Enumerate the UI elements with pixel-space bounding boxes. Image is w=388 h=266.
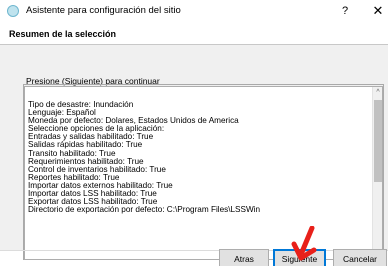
cancel-button[interactable]: Cancelar <box>333 249 387 266</box>
footer-divider <box>0 250 388 251</box>
app-icon <box>7 5 19 17</box>
summary-listbox[interactable]: Tipo de desastre: Inundación Lenguaje: E… <box>24 86 383 260</box>
scrollbar-thumb[interactable] <box>374 100 382 182</box>
red-arrow-icon <box>291 226 317 261</box>
vertical-scrollbar[interactable]: ^ v <box>372 87 382 259</box>
summary-line: Seleccione opciones de la aplicación: <box>28 125 165 134</box>
summary-line: Importar datos externos habilitado: True <box>28 181 173 190</box>
help-button[interactable]: ? <box>338 3 352 19</box>
summary-line: Salidas rápidas habilitado: True <box>28 141 143 150</box>
summary-line: Reportes habilitado: True <box>28 173 120 182</box>
summary-line: Moneda por defecto: Dolares, Estados Uni… <box>28 117 239 126</box>
summary-line: Transito habilitado: True <box>28 149 116 158</box>
window-title: Asistente para configuración del sitio <box>26 5 181 16</box>
close-button[interactable]: ✕ <box>370 3 386 19</box>
chevron-up-icon[interactable]: ^ <box>373 87 382 99</box>
summary-line: Exportar datos LSS habilitado: True <box>28 198 158 207</box>
summary-lines: Tipo de desastre: Inundación Lenguaje: E… <box>28 101 373 214</box>
summary-line: Requerimientos habilitado: True <box>28 157 144 166</box>
summary-line: Directorio de exportación por defecto: C… <box>28 206 261 215</box>
summary-line: Entradas y salidas habilitado: True <box>28 133 154 142</box>
summary-line: Importar datos LSS habilitado: True <box>28 190 157 199</box>
title-bar: Asistente para configuración del sitio ?… <box>0 0 388 22</box>
summary-line: Control de inventarios habilitado: True <box>28 165 166 174</box>
back-button[interactable]: Atras <box>219 249 269 266</box>
page-title: Resumen de la selección <box>9 29 117 39</box>
summary-line: Tipo de desastre: Inundación <box>28 101 134 109</box>
summary-line: Lenguaje: Español <box>28 109 96 118</box>
